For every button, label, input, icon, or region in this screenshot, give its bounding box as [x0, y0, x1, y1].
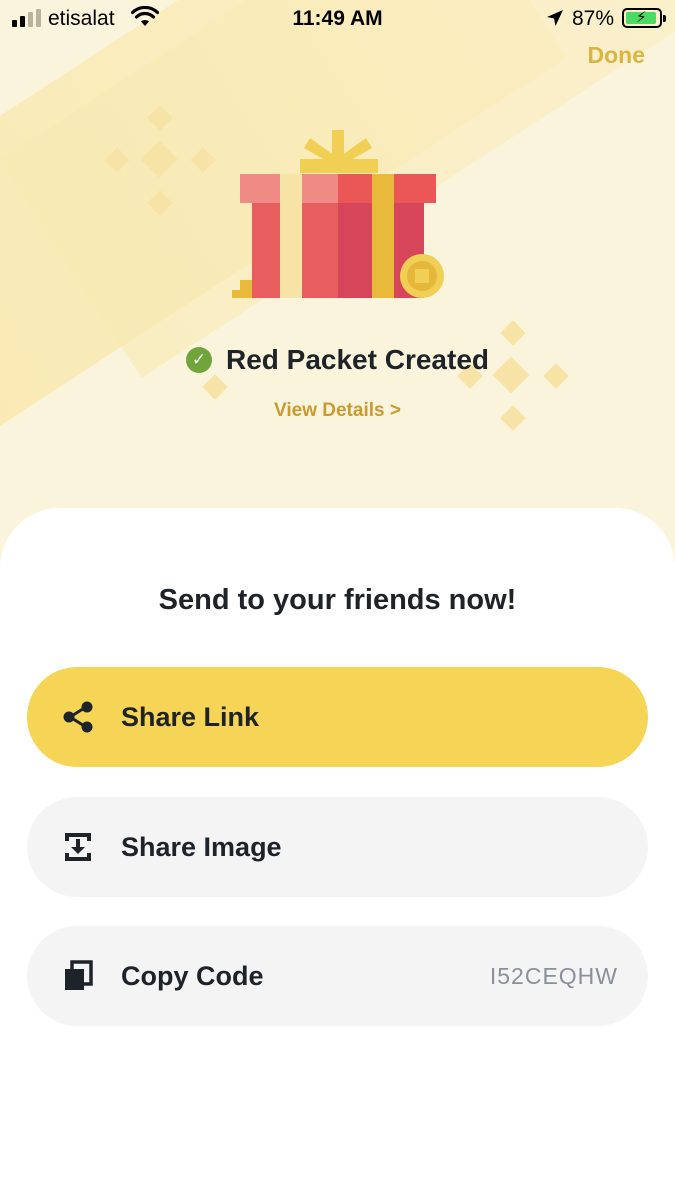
gift-icon — [230, 128, 450, 308]
created-status-row: ✓ Red Packet Created — [0, 344, 675, 376]
share-title: Send to your friends now! — [158, 584, 517, 616]
copy-code-button[interactable]: Copy Code I52CEQHW — [27, 926, 648, 1026]
check-icon: ✓ — [185, 347, 212, 373]
status-bar: etisalat 11:49 AM 87% ⚡ — [0, 0, 675, 40]
download-icon — [61, 830, 95, 864]
red-packet-code: I52CEQHW — [489, 962, 618, 989]
view-details-link[interactable]: View Details > — [0, 400, 675, 422]
copy-icon — [61, 959, 95, 993]
created-title: Red Packet Created — [225, 344, 489, 375]
share-link-button[interactable]: Share Link — [27, 667, 648, 767]
battery-icon: ⚡ — [622, 8, 666, 28]
copy-code-label: Copy Code — [121, 960, 264, 991]
share-image-button[interactable]: Share Image — [27, 797, 648, 897]
location-arrow-icon — [546, 9, 564, 33]
share-icon — [61, 700, 95, 734]
battery-percent: 87% — [572, 7, 615, 30]
share-image-label: Share Image — [121, 831, 282, 862]
done-button[interactable]: Done — [588, 42, 646, 69]
share-link-label: Share Link — [121, 701, 260, 732]
